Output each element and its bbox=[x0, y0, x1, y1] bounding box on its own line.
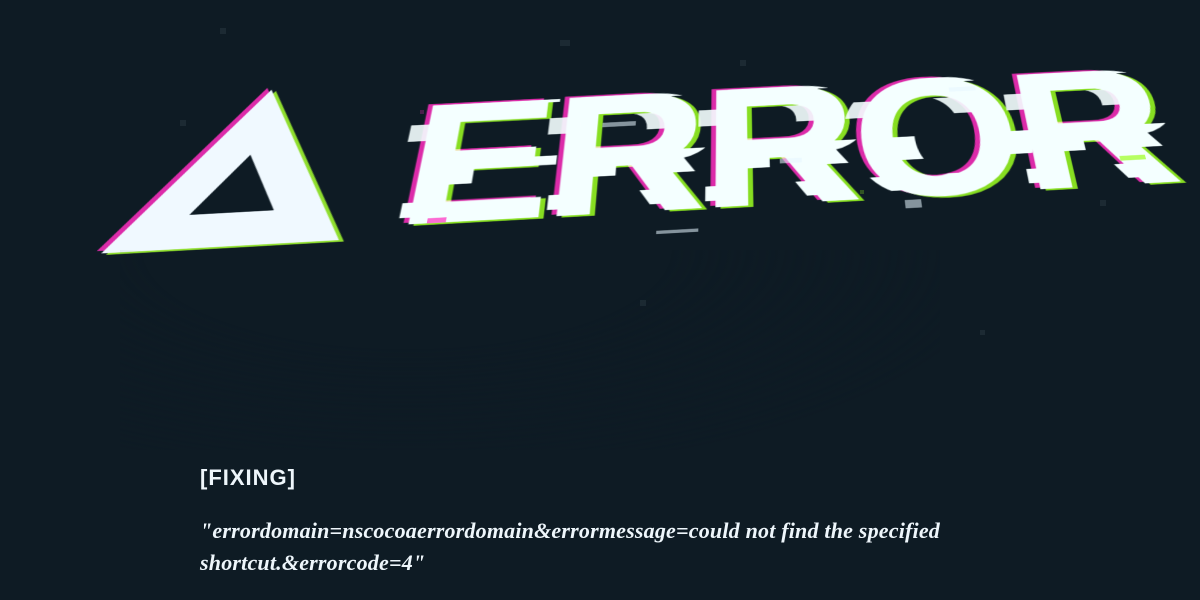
warning-triangle-icon bbox=[94, 84, 378, 271]
error-illustration: ERROR ERROR ERROR ERROR ERROR ERROR ERRO… bbox=[0, 0, 1200, 600]
caption-tag: [FIXING] bbox=[200, 465, 1040, 491]
caption-message: "errordomain=nscocoaerrordomain&errormes… bbox=[200, 515, 980, 579]
glitch-headline: ERROR ERROR ERROR ERROR ERROR ERROR ERRO… bbox=[0, 0, 1200, 420]
caption-block: [FIXING] "errordomain=nscocoaerrordomain… bbox=[200, 465, 1040, 579]
headline-word: ERROR ERROR ERROR ERROR ERROR ERROR ERRO… bbox=[387, 46, 1188, 255]
